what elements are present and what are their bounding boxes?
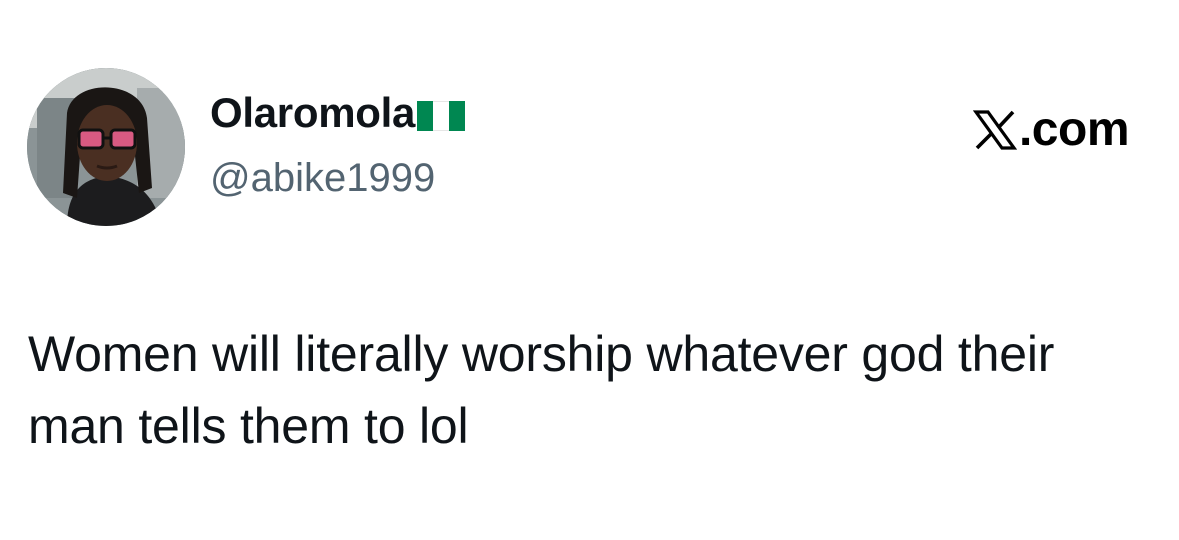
avatar-photo [27, 68, 185, 226]
author-name-row: Olaromola [210, 88, 466, 138]
brand-watermark: .com [972, 100, 1130, 160]
x-logo-icon [972, 110, 1017, 150]
brand-text: .com [1018, 103, 1130, 156]
tweet-text: Women will literally worship whatever go… [28, 326, 1055, 454]
author-handle[interactable]: @abike1999 [210, 154, 435, 202]
nigeria-flag-icon [417, 101, 466, 131]
avatar[interactable] [27, 68, 185, 226]
author-display-name[interactable]: Olaromola [210, 88, 415, 138]
tweet-card: Olaromola @abike1999 .com Women will lit… [0, 0, 1179, 540]
